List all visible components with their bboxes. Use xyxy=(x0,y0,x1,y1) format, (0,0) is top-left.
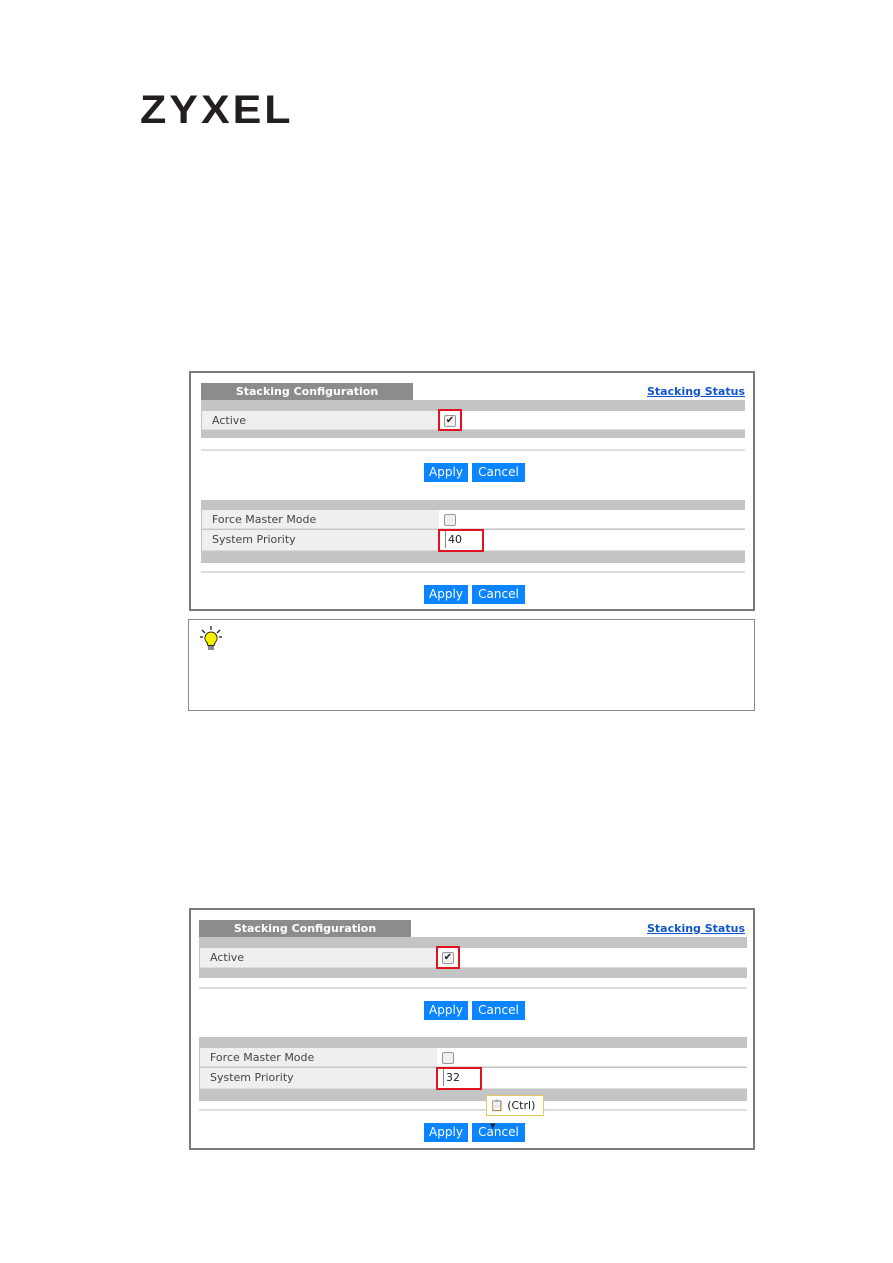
divider xyxy=(201,571,745,573)
active-row: Active ✔ xyxy=(200,946,747,969)
force-master-label: Force Master Mode xyxy=(202,510,439,528)
stacking-config-panel-1: Stacking Configuration Stacking Status A… xyxy=(189,371,755,611)
force-master-row: Force Master Mode xyxy=(200,1048,747,1067)
tip-box xyxy=(188,619,755,711)
divider xyxy=(199,987,747,989)
paste-options-popup[interactable]: 📋 (Ctrl) ▼ xyxy=(486,1095,544,1130)
highlight-box xyxy=(436,1067,482,1090)
active-label: Active xyxy=(202,411,439,429)
lightbulb-icon xyxy=(200,626,222,650)
cancel-button[interactable]: Cancel xyxy=(472,1123,525,1142)
apply-button[interactable]: Apply xyxy=(424,1001,468,1020)
highlight-box xyxy=(438,409,462,431)
active-label: Active xyxy=(200,948,437,967)
cancel-button[interactable]: Cancel xyxy=(472,1001,525,1020)
force-master-label: Force Master Mode xyxy=(200,1048,437,1066)
stacking-status-link[interactable]: Stacking Status xyxy=(647,385,745,398)
system-priority-row: System Priority 40 xyxy=(202,529,745,552)
apply-button[interactable]: Apply xyxy=(424,1123,468,1142)
force-master-row: Force Master Mode xyxy=(202,510,745,529)
system-priority-label: System Priority xyxy=(200,1068,437,1088)
cancel-button[interactable]: Cancel xyxy=(472,585,525,604)
system-priority-label: System Priority xyxy=(202,530,439,550)
tab-stacking-configuration[interactable]: Stacking Configuration xyxy=(199,920,411,937)
apply-button[interactable]: Apply xyxy=(424,585,468,604)
stacking-config-panel-2: Stacking Configuration Stacking Status A… xyxy=(189,908,755,1150)
clipboard-icon: 📋 xyxy=(490,1099,504,1112)
force-master-checkbox[interactable] xyxy=(442,1052,454,1064)
tab-stacking-configuration[interactable]: Stacking Configuration xyxy=(201,383,413,400)
highlight-box xyxy=(438,529,484,552)
stacking-status-link[interactable]: Stacking Status xyxy=(647,922,745,935)
system-priority-row: System Priority 32 xyxy=(200,1067,747,1090)
divider xyxy=(201,449,745,451)
divider xyxy=(199,1109,747,1111)
force-master-checkbox[interactable] xyxy=(444,514,456,526)
highlight-box xyxy=(436,946,460,969)
apply-button[interactable]: Apply xyxy=(424,463,468,482)
cancel-button[interactable]: Cancel xyxy=(472,463,525,482)
zyxel-logo: ZYXEL xyxy=(140,87,294,133)
paste-options-label: (Ctrl) xyxy=(507,1099,536,1112)
chevron-down-icon: ▼ xyxy=(490,1122,496,1130)
active-row: Active ✔ xyxy=(202,409,745,431)
